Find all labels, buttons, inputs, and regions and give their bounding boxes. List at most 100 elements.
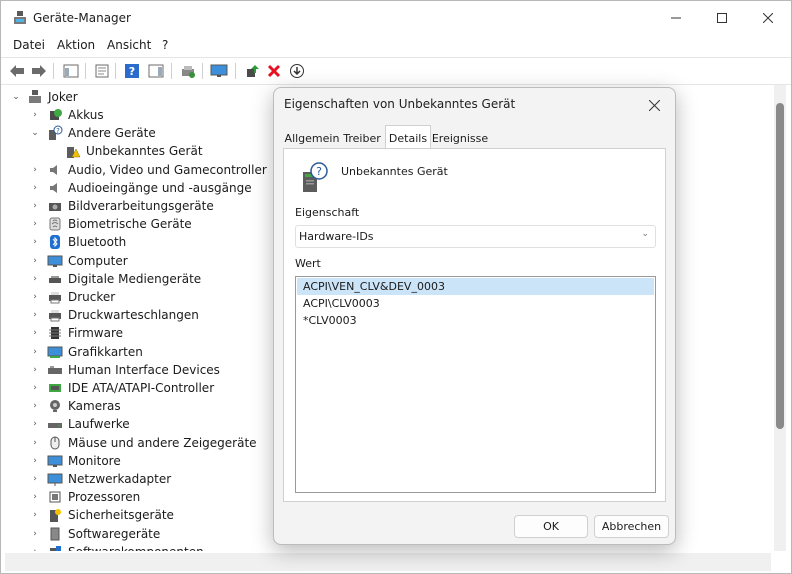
disable-device-button[interactable]: [288, 62, 306, 80]
action-pane-icon: [148, 64, 164, 78]
toolbar-separator: [202, 63, 203, 79]
ok-button[interactable]: OK: [514, 515, 588, 538]
tree-category[interactable]: › Grafikkarten: [5, 343, 265, 361]
tree-category[interactable]: › Audioeingänge und -ausgänge: [5, 179, 265, 197]
toolbar-separator: [171, 63, 172, 79]
list-item[interactable]: *CLV0003: [297, 312, 654, 329]
tree-category[interactable]: › Softwarekomponenten: [5, 543, 265, 551]
chevron-down-icon[interactable]: ⌄: [30, 127, 40, 139]
tab-treiber[interactable]: Treiber: [341, 128, 383, 148]
close-button[interactable]: [745, 1, 791, 35]
list-item[interactable]: ACPI\CLV0003: [297, 295, 654, 312]
chevron-right-icon[interactable]: ›: [30, 182, 40, 194]
tab-allgemein[interactable]: Allgemein: [285, 128, 340, 148]
forward-button[interactable]: [30, 62, 48, 80]
chevron-right-icon[interactable]: ›: [30, 418, 40, 430]
tree-item-label: Computer: [68, 253, 128, 268]
menu-aktion[interactable]: Aktion: [57, 38, 95, 52]
chevron-right-icon[interactable]: ›: [30, 455, 40, 467]
tab-details[interactable]: Details: [385, 125, 431, 150]
tree-item-label: Human Interface Devices: [68, 362, 220, 377]
console-tree-button[interactable]: [62, 62, 80, 80]
tree-category[interactable]: › Drucker: [5, 288, 265, 306]
property-select[interactable]: Hardware-IDs ⌄: [295, 225, 656, 248]
list-item[interactable]: ACPI\VEN_CLV&DEV_0003: [297, 278, 654, 295]
display-button[interactable]: [210, 62, 228, 80]
firmware-icon: [49, 327, 61, 340]
chevron-right-icon[interactable]: ›: [30, 255, 40, 267]
unknown-device-icon: ?: [49, 125, 63, 141]
tree-category[interactable]: › Sicherheitsgeräte: [5, 506, 265, 524]
value-listbox[interactable]: ACPI\VEN_CLV&DEV_0003 ACPI\CLV0003 *CLV0…: [295, 276, 656, 493]
scrollbar-thumb[interactable]: [776, 103, 784, 429]
chevron-right-icon[interactable]: ›: [30, 346, 40, 358]
tree-category[interactable]: › IDE ATA/ATAPI-Controller: [5, 379, 265, 397]
horizontal-scrollbar[interactable]: [5, 553, 771, 571]
printer-icon: [49, 292, 61, 304]
chevron-right-icon[interactable]: ›: [30, 546, 40, 551]
chevron-right-icon[interactable]: ›: [30, 200, 40, 212]
chevron-right-icon[interactable]: ›: [30, 109, 40, 121]
tree-category[interactable]: › Digitale Mediengeräte: [5, 270, 265, 288]
dialog-close-button[interactable]: [639, 92, 669, 118]
tree-root[interactable]: ⌄ Joker: [5, 88, 265, 106]
tree-category[interactable]: › Prozessoren: [5, 488, 265, 506]
chevron-right-icon[interactable]: ›: [30, 218, 40, 230]
chevron-right-icon[interactable]: ›: [30, 273, 40, 285]
chevron-right-icon[interactable]: ›: [30, 509, 40, 521]
tree-item-label: Kameras: [68, 399, 121, 414]
tree-category[interactable]: ⌄? Andere Geräte: [5, 124, 265, 142]
menu-datei[interactable]: Datei: [13, 38, 45, 52]
maximize-button[interactable]: [699, 1, 745, 35]
minimize-button[interactable]: [653, 1, 699, 35]
chevron-down-icon[interactable]: ⌄: [11, 91, 21, 103]
chevron-right-icon[interactable]: ›: [30, 382, 40, 394]
chevron-right-icon[interactable]: ›: [30, 528, 40, 540]
window-title: Geräte-Manager: [33, 11, 131, 25]
ide-controller-icon: [49, 384, 61, 392]
chevron-right-icon[interactable]: ›: [30, 164, 40, 176]
maximize-icon: [717, 13, 727, 23]
tree-category[interactable]: › Bluetooth: [5, 233, 265, 251]
menu-ansicht[interactable]: Ansicht: [107, 38, 151, 52]
tree-category[interactable]: › Softwaregeräte: [5, 525, 265, 543]
tree-category[interactable]: › Akkus: [5, 106, 265, 124]
chevron-right-icon[interactable]: ›: [30, 309, 40, 321]
tree-category[interactable]: › Biometrische Geräte: [5, 215, 265, 233]
chevron-right-icon[interactable]: ›: [30, 400, 40, 412]
chevron-right-icon[interactable]: ›: [30, 437, 40, 449]
help-button[interactable]: ?: [123, 62, 141, 80]
vertical-scrollbar[interactable]: [774, 85, 786, 551]
tree-category[interactable]: › Laufwerke: [5, 415, 265, 433]
cancel-button[interactable]: Abbrechen: [594, 515, 669, 538]
tab-ereignisse[interactable]: Ereignisse: [432, 128, 488, 148]
tree-item-label: Bildverarbeitungsgeräte: [68, 199, 214, 213]
uninstall-button[interactable]: [265, 62, 283, 80]
tree-category[interactable]: › Human Interface Devices: [5, 361, 265, 379]
tree-category[interactable]: › Firmware: [5, 324, 265, 342]
tree-category[interactable]: › Computer: [5, 252, 265, 270]
tree-category[interactable]: › Bildverarbeitungsgeräte: [5, 197, 265, 215]
chevron-right-icon[interactable]: ›: [30, 236, 40, 248]
tree-category[interactable]: › Druckwarteschlangen: [5, 306, 265, 324]
action-pane-button[interactable]: [147, 62, 165, 80]
scan-hardware-button[interactable]: [179, 62, 197, 80]
device-manager-window: Geräte-Manager Datei Aktion Ansicht ? ? …: [0, 0, 792, 574]
chevron-right-icon[interactable]: ›: [30, 327, 40, 339]
tree-item-label: Netzwerkadapter: [68, 472, 172, 486]
tree-category[interactable]: › Monitore: [5, 452, 265, 470]
chevron-right-icon[interactable]: ›: [30, 364, 40, 376]
tree-category[interactable]: › Mäuse und andere Zeigegeräte: [5, 434, 265, 452]
back-icon: [10, 65, 24, 77]
tree-category[interactable]: › Audio, Video und Gamecontroller: [5, 161, 267, 179]
chevron-right-icon[interactable]: ›: [30, 473, 40, 485]
tree-child-item[interactable]: Unbekanntes Gerät: [5, 142, 265, 160]
properties-button[interactable]: [93, 62, 111, 80]
tree-category[interactable]: › Kameras: [5, 397, 265, 415]
tree-category[interactable]: › Netzwerkadapter: [5, 470, 265, 488]
back-button[interactable]: [8, 62, 26, 80]
menu-help[interactable]: ?: [162, 38, 168, 52]
chevron-right-icon[interactable]: ›: [30, 291, 40, 303]
chevron-right-icon[interactable]: ›: [30, 491, 40, 503]
update-driver-button[interactable]: [243, 62, 261, 80]
